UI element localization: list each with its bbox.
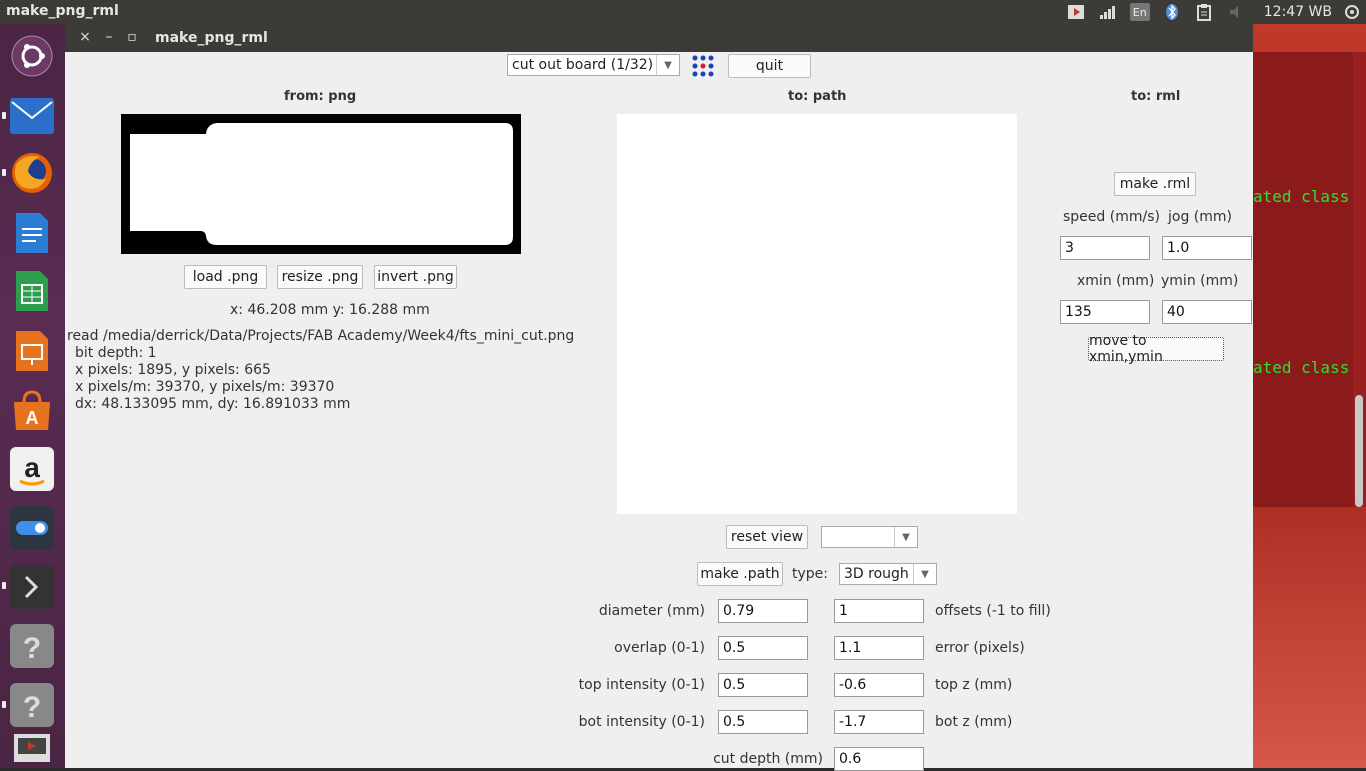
bluetooth-icon[interactable]	[1162, 3, 1182, 21]
to-rml-header: to: rml	[1131, 89, 1181, 104]
to-path-header: to: path	[788, 89, 847, 104]
path-preview[interactable]	[617, 114, 1017, 514]
speed-field[interactable]: 3	[1060, 236, 1150, 260]
screenshot-icon[interactable]	[10, 730, 54, 768]
firefox-icon[interactable]	[10, 151, 54, 195]
png-preview[interactable]	[121, 114, 521, 254]
terminal-line: ated class	[1253, 358, 1350, 377]
type-select-value: 3D rough	[844, 566, 909, 582]
png-info-pixels: x pixels: 1895, y pixels: 665	[75, 362, 271, 378]
jog-field[interactable]: 1.0	[1162, 236, 1252, 260]
error-label: error (pixels)	[935, 640, 1025, 656]
top-intensity-field[interactable]: 0.5	[718, 673, 808, 697]
minimize-icon[interactable]: –	[101, 29, 117, 45]
offsets-field[interactable]: 1	[834, 599, 924, 623]
clipboard-icon[interactable]	[1194, 3, 1214, 21]
xmin-field[interactable]: 135	[1060, 300, 1150, 324]
background-terminal	[1253, 52, 1353, 507]
error-field[interactable]: 1.1	[834, 636, 924, 660]
software-center-icon[interactable]: A	[10, 388, 54, 432]
cut-depth-field[interactable]: 0.6	[834, 747, 924, 771]
network-signal-icon[interactable]	[1098, 3, 1118, 21]
type-label: type:	[792, 566, 828, 582]
cut-depth-label: cut depth (mm)	[713, 751, 823, 767]
top-z-field[interactable]: -0.6	[834, 673, 924, 697]
calc-icon[interactable]	[10, 269, 54, 313]
png-info-dims: dx: 48.133095 mm, dy: 16.891033 mm	[75, 396, 351, 412]
system-tray: En 12:47 WB	[1066, 0, 1366, 24]
active-app-title: make_png_rml	[6, 3, 119, 19]
keyboard-language-icon[interactable]: En	[1129, 3, 1150, 21]
speed-label: speed (mm/s)	[1063, 209, 1160, 225]
move-to-xmin-ymin-button[interactable]: move to xmin,ymin	[1088, 333, 1224, 365]
window-titlebar[interactable]: × – ▫ make_png_rml	[65, 24, 1253, 52]
ymin-field[interactable]: 40	[1162, 300, 1252, 324]
quit-button[interactable]: quit	[728, 54, 811, 78]
writer-icon[interactable]	[10, 211, 54, 255]
chevron-down-icon: ▼	[913, 564, 936, 584]
xmin-label: xmin (mm)	[1077, 273, 1155, 289]
diameter-label: diameter (mm)	[598, 603, 705, 619]
unknown-app-icon[interactable]: ?	[10, 624, 54, 668]
terminal-icon[interactable]	[10, 565, 54, 609]
make-rml-button[interactable]: make .rml	[1114, 172, 1196, 196]
impress-icon[interactable]	[10, 329, 54, 373]
load-png-button[interactable]: load .png	[184, 265, 267, 289]
app-content: cut out board (1/32) ▼ quit from: png lo…	[65, 52, 1253, 771]
resize-png-button[interactable]: resize .png	[277, 265, 363, 289]
diameter-field[interactable]: 0.79	[718, 599, 808, 623]
bot-intensity-label: bot intensity (0-1)	[578, 714, 705, 730]
top-intensity-label: top intensity (0-1)	[578, 677, 705, 693]
terminal-line: ated class	[1253, 187, 1350, 206]
jog-label: jog (mm)	[1168, 209, 1232, 225]
keyboard-language-label: En	[1132, 5, 1147, 19]
settings-toggle-icon[interactable]	[10, 506, 54, 550]
png-info-ppm: x pixels/m: 39370, y pixels/m: 39370	[75, 379, 335, 395]
offsets-label: offsets (-1 to fill)	[935, 603, 1051, 619]
terminal-scrollbar-thumb[interactable]	[1355, 395, 1363, 507]
chevron-down-icon: ▼	[656, 55, 679, 75]
bot-z-field[interactable]: -1.7	[834, 710, 924, 734]
unity-launcher: A a ? ?	[0, 24, 65, 768]
overlap-label: overlap (0-1)	[614, 640, 705, 656]
mail-icon[interactable]	[10, 94, 54, 138]
svg-text:?: ?	[23, 691, 41, 724]
reset-view-button[interactable]: reset view	[726, 525, 808, 549]
app-window: × – ▫ make_png_rml cut out board (1/32) …	[65, 24, 1253, 771]
ymin-label: ymin (mm)	[1161, 273, 1239, 289]
window-title: make_png_rml	[155, 30, 268, 46]
svg-text:?: ?	[23, 632, 41, 665]
system-top-bar: make_png_rml En 12:47 WB	[0, 0, 1366, 24]
unknown-app-icon[interactable]: ?	[10, 683, 54, 727]
ubuntu-dash-icon[interactable]	[10, 34, 54, 78]
close-icon[interactable]: ×	[77, 29, 93, 45]
svg-text:A: A	[26, 408, 39, 428]
from-png-header: from: png	[284, 89, 357, 104]
png-info-path: read /media/derrick/Data/Projects/FAB Ac…	[67, 328, 575, 344]
top-z-label: top z (mm)	[935, 677, 1013, 693]
type-select[interactable]: 3D rough ▼	[839, 563, 937, 585]
png-info-bit-depth: bit depth: 1	[75, 345, 157, 361]
bot-z-label: bot z (mm)	[935, 714, 1013, 730]
bot-intensity-field[interactable]: 0.5	[718, 710, 808, 734]
view-select[interactable]: ▼	[821, 526, 918, 548]
chevron-down-icon: ▼	[894, 527, 917, 547]
mode-select[interactable]: cut out board (1/32) ▼	[507, 54, 680, 76]
maximize-icon[interactable]: ▫	[124, 29, 140, 45]
cursor-coordinates: x: 46.208 mm y: 16.288 mm	[230, 302, 430, 318]
svg-text:a: a	[24, 452, 40, 483]
clock[interactable]: 12:47 WB	[1264, 4, 1332, 20]
make-path-button[interactable]: make .path	[697, 562, 783, 586]
png-info: read /media/derrick/Data/Projects/FAB Ac…	[67, 328, 574, 413]
amazon-icon[interactable]: a	[10, 447, 54, 491]
invert-png-button[interactable]: invert .png	[374, 265, 457, 289]
overlap-field[interactable]: 0.5	[718, 636, 808, 660]
media-player-icon[interactable]	[1066, 3, 1086, 21]
power-gear-icon[interactable]	[1342, 3, 1362, 21]
volume-icon[interactable]	[1226, 3, 1246, 21]
fab-logo-icon	[691, 54, 715, 78]
mode-select-value: cut out board (1/32)	[512, 57, 654, 73]
